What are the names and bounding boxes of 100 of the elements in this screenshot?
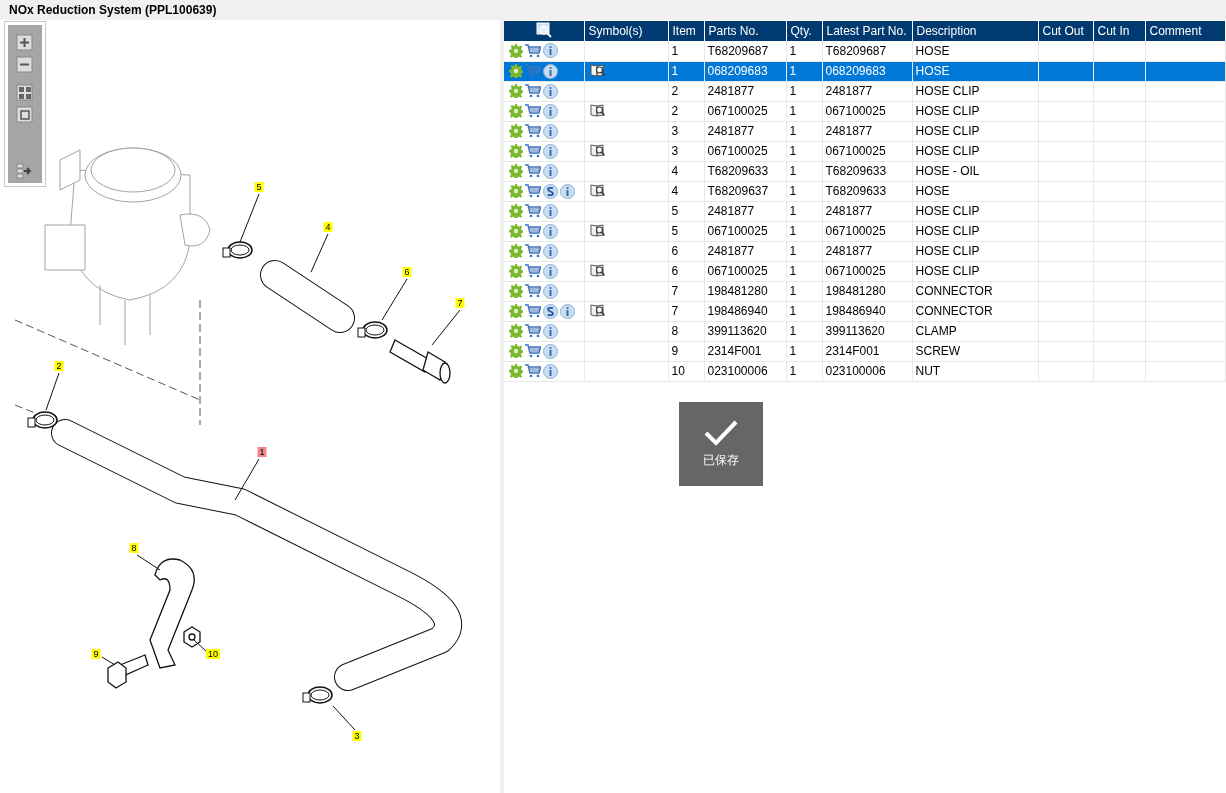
table-row[interactable]: 5 067100025 1 067100025 HOSE CLIP bbox=[504, 221, 1226, 241]
book-magnifier-icon[interactable] bbox=[589, 262, 606, 277]
callout-label[interactable]: 6 bbox=[402, 267, 412, 277]
callout-label[interactable]: 5 bbox=[254, 182, 264, 192]
info-icon[interactable] bbox=[543, 223, 558, 239]
callout-label[interactable]: 10 bbox=[206, 649, 220, 659]
book-magnifier-icon[interactable] bbox=[589, 302, 606, 317]
callout-label[interactable]: 3 bbox=[352, 731, 362, 741]
info-icon[interactable] bbox=[543, 243, 558, 259]
info-icon[interactable] bbox=[543, 283, 558, 299]
table-row[interactable]: 6 2481877 1 2481877 HOSE CLIP bbox=[504, 241, 1226, 261]
table-cell: 4 bbox=[668, 161, 704, 181]
cart-icon[interactable] bbox=[525, 43, 541, 58]
callout-label[interactable]: 2 bbox=[54, 361, 64, 371]
table-row[interactable]: 1 068209683 1 068209683 HOSE bbox=[504, 61, 1226, 81]
cart-icon[interactable] bbox=[525, 204, 541, 218]
table-row[interactable]: 3 067100025 1 067100025 HOSE CLIP bbox=[504, 141, 1226, 161]
cart-icon[interactable] bbox=[525, 344, 541, 358]
book-magnifier-icon[interactable] bbox=[589, 62, 606, 77]
table-row[interactable]: 9 2314F001 1 2314F001 SCREW bbox=[504, 341, 1226, 361]
supersession-icon[interactable] bbox=[543, 303, 558, 319]
checkmark-icon bbox=[704, 419, 738, 446]
table-row[interactable]: 2 2481877 1 2481877 HOSE CLIP bbox=[504, 81, 1226, 101]
cart-icon[interactable] bbox=[525, 104, 541, 118]
actual-size-button[interactable] bbox=[16, 106, 34, 124]
cart-icon[interactable] bbox=[525, 144, 541, 158]
cart-icon[interactable] bbox=[525, 84, 541, 98]
info-icon[interactable] bbox=[543, 63, 558, 79]
column-header[interactable]: Comment bbox=[1145, 21, 1226, 41]
zoom-in-button[interactable] bbox=[16, 34, 34, 52]
cart-icon[interactable] bbox=[525, 324, 541, 338]
book-magnifier-icon[interactable] bbox=[589, 222, 606, 237]
column-header[interactable]: Cut Out bbox=[1038, 21, 1093, 41]
table-row[interactable]: 6 067100025 1 067100025 HOSE CLIP bbox=[504, 261, 1226, 281]
table-row[interactable]: 7 198481280 1 198481280 CONNECTOR bbox=[504, 281, 1226, 301]
table-cell: 1 bbox=[786, 301, 822, 321]
cart-icon[interactable] bbox=[525, 184, 541, 198]
table-cell: 067100025 bbox=[704, 101, 786, 121]
info-icon[interactable] bbox=[560, 303, 575, 319]
cart-icon[interactable] bbox=[525, 164, 541, 178]
gear-icon[interactable] bbox=[509, 64, 523, 78]
callout-label[interactable]: 8 bbox=[129, 543, 139, 553]
info-icon[interactable] bbox=[543, 343, 558, 359]
column-header[interactable]: Qty. bbox=[786, 21, 822, 41]
supersession-icon[interactable] bbox=[543, 183, 558, 199]
search-icon[interactable] bbox=[535, 21, 552, 38]
column-header[interactable]: Parts No. bbox=[704, 21, 786, 41]
fit-all-button[interactable] bbox=[16, 84, 34, 102]
column-header[interactable]: Symbol(s) bbox=[584, 21, 668, 41]
table-row[interactable]: 7 198486940 1 198486940 CONNECTOR bbox=[504, 301, 1226, 321]
cart-icon[interactable] bbox=[525, 264, 541, 278]
table-row[interactable]: 4 T68209637 1 T68209633 HOSE bbox=[504, 181, 1226, 201]
column-header[interactable]: Latest Part No. bbox=[822, 21, 912, 41]
table-cell: 1 bbox=[786, 81, 822, 101]
table-row[interactable]: 4 T68209633 1 T68209633 HOSE - OIL bbox=[504, 161, 1226, 181]
info-icon[interactable] bbox=[543, 163, 558, 179]
table-row[interactable]: 10 023100006 1 023100006 NUT bbox=[504, 361, 1226, 381]
column-header[interactable]: Cut In bbox=[1093, 21, 1145, 41]
info-icon[interactable] bbox=[543, 43, 558, 59]
table-cell: 067100025 bbox=[822, 221, 912, 241]
cart-icon[interactable] bbox=[525, 244, 541, 258]
cart-icon[interactable] bbox=[525, 224, 541, 238]
callout-label[interactable]: 4 bbox=[323, 222, 333, 232]
info-icon[interactable] bbox=[560, 183, 575, 199]
callout-label[interactable]: 9 bbox=[91, 649, 101, 659]
table-cell: HOSE bbox=[912, 181, 1038, 201]
cart-icon[interactable] bbox=[525, 284, 541, 298]
table-cell: 399113620 bbox=[822, 321, 912, 341]
cart-icon[interactable] bbox=[525, 364, 541, 378]
table-cell: 5 bbox=[668, 221, 704, 241]
info-icon[interactable] bbox=[543, 323, 558, 339]
callout-label[interactable]: 7 bbox=[455, 298, 465, 308]
callout-label[interactable]: 1 bbox=[257, 447, 267, 457]
table-cell: 10 bbox=[668, 361, 704, 381]
info-icon[interactable] bbox=[543, 363, 558, 379]
table-row[interactable]: 5 2481877 1 2481877 HOSE CLIP bbox=[504, 201, 1226, 221]
table-cell: 1 bbox=[786, 201, 822, 221]
cart-icon[interactable] bbox=[525, 304, 541, 318]
book-magnifier-icon[interactable] bbox=[589, 142, 606, 157]
table-cell: 1 bbox=[786, 321, 822, 341]
info-icon[interactable] bbox=[543, 83, 558, 99]
info-icon[interactable] bbox=[543, 143, 558, 159]
info-icon[interactable] bbox=[543, 263, 558, 279]
table-cell: 1 bbox=[786, 241, 822, 261]
cart-icon[interactable] bbox=[525, 124, 541, 138]
table-row[interactable]: 3 2481877 1 2481877 HOSE CLIP bbox=[504, 121, 1226, 141]
export-button[interactable] bbox=[16, 162, 34, 180]
book-magnifier-icon[interactable] bbox=[589, 102, 606, 117]
info-icon[interactable] bbox=[543, 123, 558, 139]
zoom-out-button[interactable] bbox=[16, 56, 34, 74]
table-row[interactable]: 8 399113620 1 399113620 CLAMP bbox=[504, 321, 1226, 341]
table-row[interactable]: 2 067100025 1 067100025 HOSE CLIP bbox=[504, 101, 1226, 121]
column-header[interactable]: Description bbox=[912, 21, 1038, 41]
book-magnifier-icon[interactable] bbox=[589, 182, 606, 197]
table-row[interactable]: 1 T68209687 1 T68209687 HOSE bbox=[504, 41, 1226, 61]
info-icon[interactable] bbox=[543, 203, 558, 219]
info-icon[interactable] bbox=[543, 103, 558, 119]
table-cell: 067100025 bbox=[704, 221, 786, 241]
column-header[interactable]: Item bbox=[668, 21, 704, 41]
table-cell: 2481877 bbox=[822, 241, 912, 261]
